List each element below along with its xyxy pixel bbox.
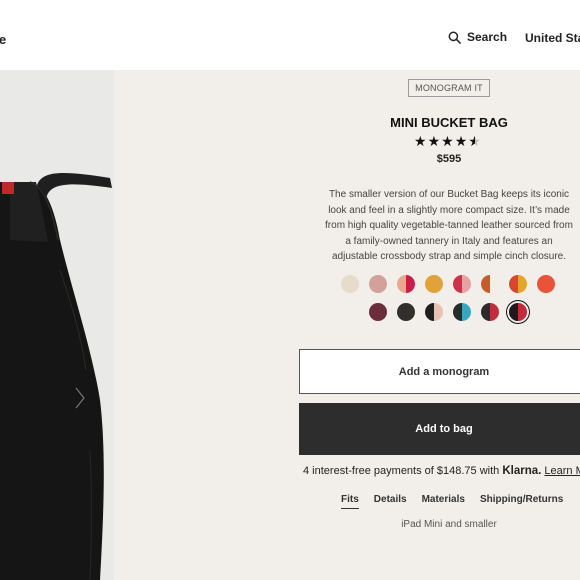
color-swatch[interactable] [397, 303, 415, 321]
monogram-badge[interactable]: MONOGRAM IT [408, 79, 490, 97]
info-tabs: Fits Details Materials Shipping/Returns [341, 494, 578, 509]
search-icon [448, 31, 461, 44]
color-swatch[interactable] [425, 275, 443, 293]
star-icon: ★ [454, 133, 468, 149]
product-price: $595 [436, 153, 462, 165]
klarna-payment-info: 4 interest-free payments of $148.75 with… [303, 465, 580, 477]
country-selector[interactable]: United Sta [525, 31, 580, 45]
tab-shipping-returns[interactable]: Shipping/Returns [480, 494, 563, 509]
site-header: e Search United Sta [0, 0, 580, 70]
klarna-logo: Klarna. [502, 465, 542, 477]
color-swatch[interactable] [481, 275, 499, 293]
color-swatch[interactable] [509, 275, 527, 293]
star-icon: ★ [441, 133, 454, 149]
tab-details[interactable]: Details [374, 494, 407, 509]
color-swatch[interactable] [369, 303, 387, 321]
color-swatch[interactable] [453, 303, 471, 321]
half-star-icon: ★ [468, 133, 481, 149]
color-swatch[interactable] [341, 275, 359, 293]
product-title: MINI BUCKET BAG [390, 115, 508, 130]
tab-content: iPad Mini and smaller [401, 519, 497, 530]
color-swatch[interactable] [425, 303, 443, 321]
add-to-bag-button[interactable]: Add to bag [299, 403, 580, 455]
product-image[interactable] [0, 70, 114, 580]
brand-logo[interactable]: e [0, 32, 6, 47]
product-description: The smaller version of our Bucket Bag ke… [325, 189, 573, 262]
klarna-text: 4 interest-free payments of $148.75 with [303, 465, 500, 477]
color-swatch[interactable] [453, 275, 471, 293]
search-button[interactable]: Search [448, 30, 507, 44]
rating-stars[interactable]: ★ ★ ★ ★ ★ [414, 133, 481, 149]
color-swatch[interactable] [537, 275, 555, 293]
tab-fits[interactable]: Fits [341, 494, 359, 509]
star-icon: ★ [427, 133, 441, 149]
color-swatch[interactable] [369, 275, 387, 293]
color-swatch[interactable] [481, 303, 499, 321]
tab-materials[interactable]: Materials [422, 494, 465, 509]
add-monogram-button[interactable]: Add a monogram [299, 349, 580, 394]
color-swatch[interactable] [397, 275, 415, 293]
learn-more-link[interactable]: Learn Mo [544, 465, 580, 477]
search-label: Search [467, 30, 508, 44]
bucket-bag-image [0, 70, 114, 580]
color-swatch[interactable] [509, 303, 527, 321]
star-icon: ★ [414, 133, 427, 149]
